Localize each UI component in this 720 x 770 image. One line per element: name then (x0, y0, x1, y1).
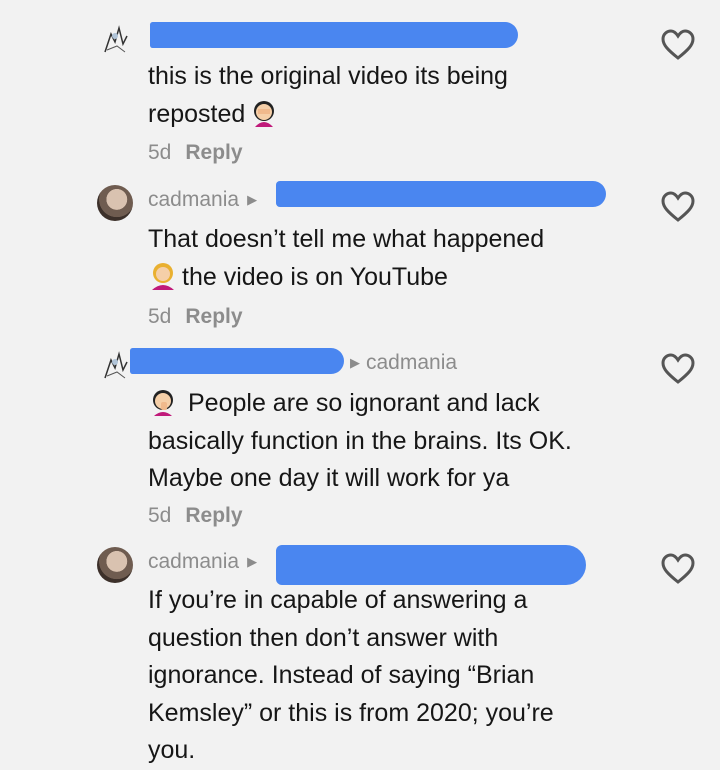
avatar[interactable] (97, 22, 133, 58)
comment-date: 5d (148, 141, 172, 164)
username-row: cadmania ▶ (148, 548, 257, 576)
redacted-username (150, 22, 518, 48)
comment-1: this is the original video its being rep… (0, 0, 720, 175)
comment-meta: 5d Reply (148, 141, 243, 165)
username-row: cadmania ▶ (148, 186, 257, 214)
comment-date: 5d (148, 504, 172, 527)
username-row: ▶ cadmania (350, 349, 457, 377)
comment-text: That doesn’t tell me what happened the v… (148, 225, 545, 291)
reply-to-username[interactable]: cadmania (366, 351, 457, 375)
username[interactable]: cadmania (148, 188, 239, 212)
caret-right-icon: ▶ (247, 554, 258, 569)
comment-3: ▶ cadmania People are so ignorant and la… (0, 340, 720, 540)
avatar[interactable] (97, 348, 133, 384)
username[interactable]: cadmania (148, 550, 239, 574)
heart-outline-icon[interactable] (660, 28, 696, 62)
avatar[interactable] (97, 547, 133, 583)
heart-outline-icon[interactable] (660, 352, 696, 386)
comment-meta: 5d Reply (148, 305, 243, 329)
comment-text: People are so ignorant and lack basicall… (148, 385, 658, 498)
caret-right-icon: ▶ (247, 192, 258, 207)
comment-text: this is the original video its being rep… (148, 62, 508, 128)
reply-button[interactable]: Reply (185, 141, 242, 165)
comment-meta: 5d Reply (148, 504, 243, 528)
heart-outline-icon[interactable] (660, 552, 696, 586)
reply-button[interactable]: Reply (185, 504, 242, 528)
woman-facepalming-emoji (249, 97, 279, 127)
caret-right-icon: ▶ (350, 355, 360, 370)
comment-text: If you’re in capable of answering a ques… (148, 586, 554, 764)
comment-date: 5d (148, 305, 172, 328)
redacted-username (276, 181, 606, 207)
redacted-username (130, 348, 344, 374)
woman-tipping-hand-emoji (148, 260, 178, 290)
comment-2: cadmania ▶ That doesn’t tell me what hap… (0, 175, 720, 350)
avatar[interactable] (97, 185, 133, 221)
comment-4: cadmania ▶ If you’re in capable of answe… (0, 537, 720, 769)
woman-hand-on-face-emoji (148, 386, 178, 416)
heart-outline-icon[interactable] (660, 190, 696, 224)
reply-button[interactable]: Reply (185, 305, 242, 329)
redacted-username (276, 545, 586, 585)
